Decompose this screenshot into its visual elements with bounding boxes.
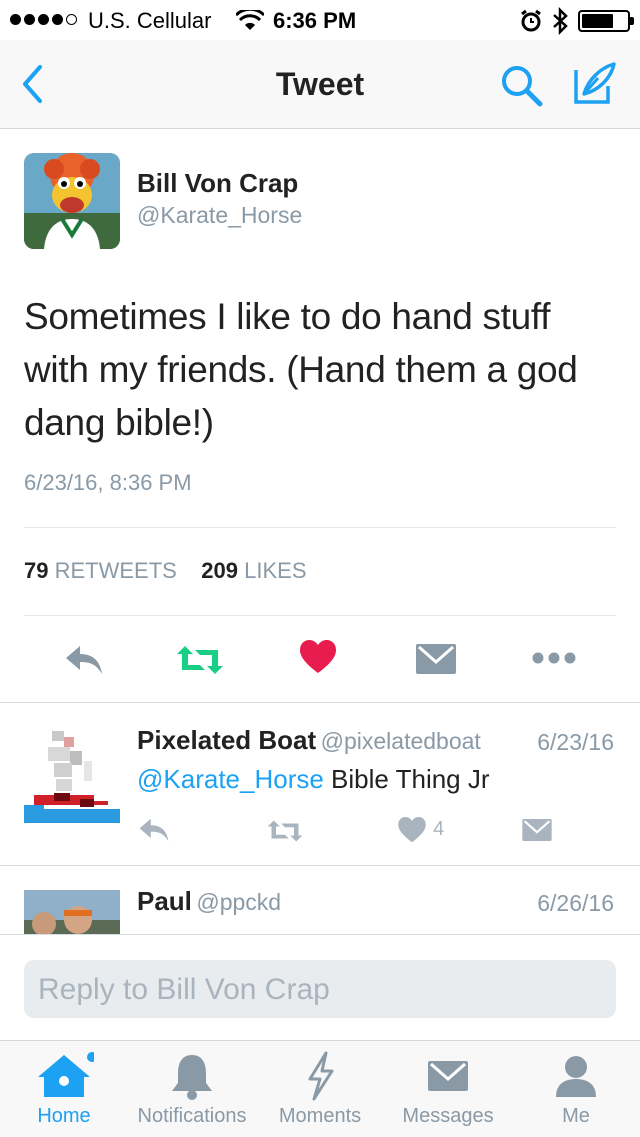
reply-icon[interactable]	[64, 644, 104, 676]
divider	[0, 934, 640, 935]
alarm-icon	[521, 9, 541, 32]
more-icon[interactable]	[532, 652, 576, 664]
reply-header: Paul @ppckd	[137, 886, 281, 917]
status-time: 6:36 PM	[273, 8, 357, 33]
tab-moments[interactable]: Moments	[256, 1041, 384, 1137]
reply-input[interactable]: Reply to Bill Von Crap	[24, 960, 616, 1018]
reply-like-count: 4	[433, 818, 445, 840]
tweet-stats: 79 RETWEETS 209 LIKES	[24, 558, 307, 584]
like-icon[interactable]	[398, 817, 426, 843]
reply-text-clipped	[137, 926, 577, 934]
reply-item[interactable]: Pixelated Boat @pixelatedboat 6/23/16 @K…	[0, 703, 640, 865]
bluetooth-icon	[553, 7, 568, 35]
battery-icon	[578, 10, 634, 32]
reply-author-name[interactable]: Pixelated Boat	[137, 725, 316, 755]
author-handle[interactable]: @Karate_Horse	[137, 202, 302, 229]
tab-label: Moments	[278, 1105, 362, 1127]
direct-message-icon[interactable]	[416, 644, 456, 674]
like-count[interactable]: 209 LIKES	[201, 558, 306, 583]
lightning-icon	[308, 1051, 334, 1101]
reply-avatar[interactable]	[24, 727, 120, 823]
tab-label: Messages	[402, 1105, 494, 1127]
retweet-count[interactable]: 79 RETWEETS	[24, 558, 177, 583]
author-name[interactable]: Bill Von Crap	[137, 168, 298, 199]
reply-author-handle[interactable]: @ppckd	[196, 889, 281, 915]
status-bar: U.S. Cellular 6:36 PM	[0, 0, 640, 40]
tab-label: Home	[37, 1105, 91, 1127]
tab-me[interactable]: Me	[512, 1041, 640, 1137]
search-icon[interactable]	[500, 64, 544, 108]
reply-author-name[interactable]: Paul	[137, 886, 192, 916]
like-icon[interactable]	[300, 640, 336, 674]
mention-link[interactable]: @Karate_Horse	[137, 764, 324, 794]
nav-bar: Tweet	[0, 40, 640, 129]
bell-icon	[172, 1055, 212, 1100]
tab-label: Me	[562, 1105, 590, 1127]
retweet-icon[interactable]	[267, 819, 303, 843]
reply-header: Pixelated Boat @pixelatedboat	[137, 725, 481, 756]
reply-author-handle[interactable]: @pixelatedboat	[321, 728, 481, 754]
tab-messages[interactable]: Messages	[384, 1041, 512, 1137]
reply-input-placeholder: Reply to Bill Von Crap	[38, 973, 330, 1006]
wifi-icon	[236, 10, 264, 30]
author-avatar[interactable]	[24, 153, 120, 249]
envelope-icon	[428, 1061, 468, 1091]
reply-date: 6/23/16	[537, 729, 614, 755]
tab-notifications[interactable]: Notifications	[128, 1041, 256, 1137]
reply-item[interactable]: Paul @ppckd 6/26/16	[0, 866, 640, 934]
person-icon	[556, 1056, 596, 1097]
tweet-actions	[0, 638, 640, 682]
retweet-icon[interactable]	[177, 644, 223, 676]
tweet-text: Sometimes I like to do hand stuff with m…	[24, 296, 578, 443]
reply-avatar[interactable]	[24, 890, 120, 934]
compose-icon[interactable]	[572, 60, 618, 106]
tab-home[interactable]: Home	[0, 1041, 128, 1137]
direct-message-icon[interactable]	[522, 819, 552, 841]
divider	[24, 615, 616, 616]
home-icon	[38, 1052, 94, 1097]
tweet-timestamp: 6/23/16, 8:36 PM	[24, 470, 192, 495]
tab-label: Notifications	[137, 1105, 247, 1127]
reply-text: @Karate_Horse Bible Thing Jr	[137, 764, 490, 794]
reply-icon[interactable]	[138, 817, 170, 843]
signal-strength-icon	[10, 14, 77, 25]
divider	[24, 527, 616, 528]
tab-bar: Home Notifications Moments Messages Me	[0, 1040, 640, 1137]
reply-date: 6/26/16	[537, 890, 614, 916]
carrier-name: U.S. Cellular	[88, 8, 212, 33]
page-title: Tweet	[275, 66, 365, 102]
